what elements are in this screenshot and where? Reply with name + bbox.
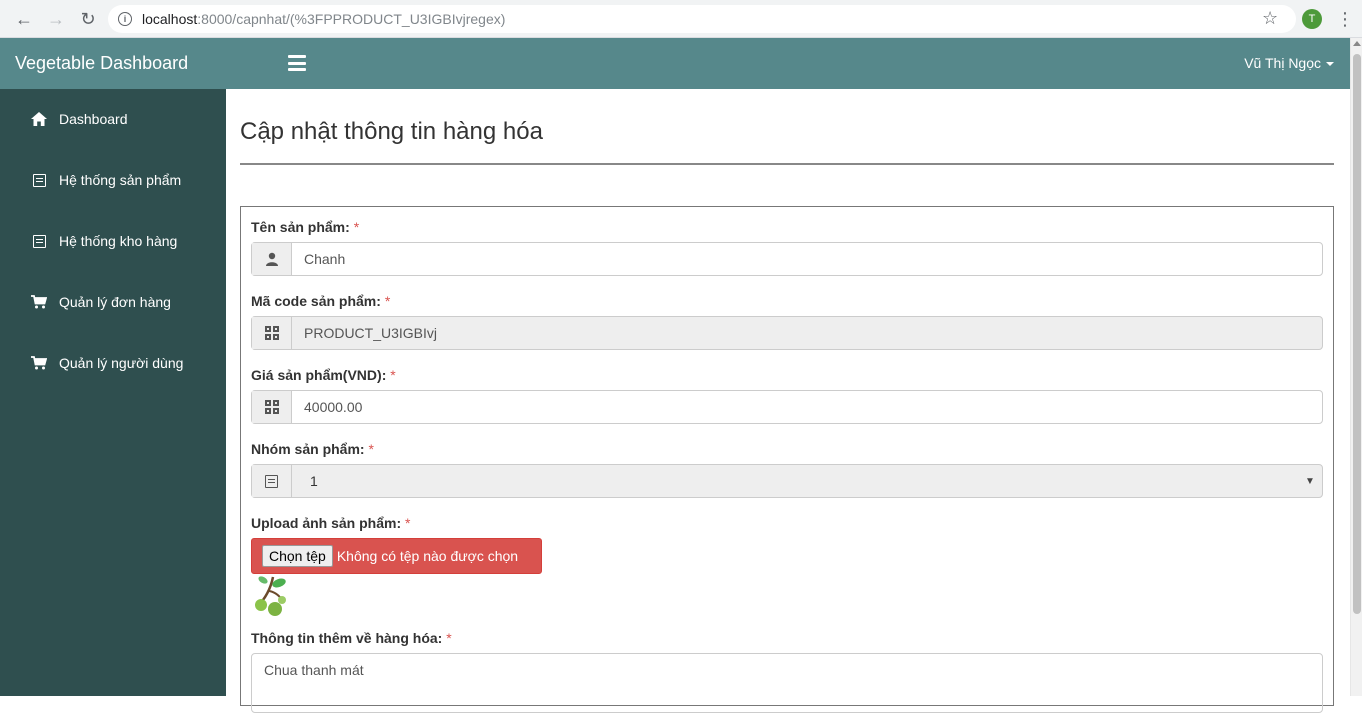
group-label: Nhóm sản phẩm: * [251, 441, 374, 457]
hamburger-menu-icon[interactable] [288, 55, 306, 71]
code-field[interactable]: PRODUCT_U3IGBIvj [251, 316, 1323, 350]
required-mark: * [405, 515, 411, 531]
product-image-thumbnail [251, 573, 291, 617]
browser-menu-icon[interactable]: ⋮ [1336, 6, 1354, 32]
price-field[interactable]: 40000.00 [251, 390, 1323, 424]
name-label: Tên sản phẩm: * [251, 219, 360, 235]
main-content: Cập nhật thông tin hàng hóa Tên sản phẩm… [226, 89, 1350, 713]
forward-icon[interactable]: → [42, 5, 70, 33]
price-input[interactable]: 40000.00 [292, 391, 1322, 423]
file-upload[interactable]: Chọn tệp Không có tệp nào được chọn [251, 538, 542, 574]
info-icon[interactable]: i [118, 12, 132, 26]
name-input[interactable]: Chanh [292, 243, 1322, 275]
back-icon[interactable]: ← [10, 5, 38, 33]
required-mark: * [446, 630, 452, 646]
required-mark: * [353, 219, 360, 235]
sidebar-item-label: Quản lý đơn hàng [59, 294, 171, 310]
brand-title[interactable]: Vegetable Dashboard [15, 53, 188, 74]
info-label: Thông tin thêm về hàng hóa: * [251, 630, 452, 646]
top-navbar: Vegetable Dashboard Vũ Thị Ngọc [0, 38, 1350, 89]
cart-icon [31, 355, 47, 371]
qrcode-icon [252, 391, 292, 423]
cart-icon [31, 294, 47, 310]
required-mark: * [384, 293, 391, 309]
sidebar-item-users[interactable]: Quản lý người dùng [0, 343, 226, 383]
code-input[interactable]: PRODUCT_U3IGBIvj [292, 317, 1322, 349]
sidebar-item-dashboard[interactable]: Dashboard [0, 99, 226, 139]
qrcode-icon [252, 317, 292, 349]
page-scrollbar[interactable] [1350, 38, 1362, 696]
url-path: :8000/capnhat/(%3FPPRODUCT_U3IGBIvjregex… [197, 11, 506, 27]
user-name: Vũ Thị Ngọc [1244, 55, 1321, 71]
name-field[interactable]: Chanh [251, 242, 1323, 276]
scroll-up-arrow-icon[interactable] [1353, 41, 1361, 46]
caret-down-icon [1326, 62, 1334, 67]
sidebar-item-orders[interactable]: Quản lý đơn hàng [0, 282, 226, 322]
info-textarea[interactable]: Chua thanh mát [251, 653, 1323, 713]
sidebar-item-warehouse[interactable]: Hệ thống kho hàng [0, 221, 226, 261]
sidebar-item-label: Quản lý người dùng [59, 355, 184, 371]
code-label: Mã code sản phẩm: * [251, 293, 391, 309]
sidebar: Dashboard Hệ thống sản phẩm Hệ thống kho… [0, 89, 226, 696]
url-host: localhost [142, 11, 198, 27]
product-form: Tên sản phẩm: * Chanh Mã code sản phẩm: … [240, 206, 1334, 713]
browser-toolbar: ← → ↻ i localhost:8000/capnhat/(%3FPPROD… [0, 0, 1362, 38]
list-icon [31, 233, 47, 249]
file-status: Không có tệp nào được chọn [336, 548, 519, 564]
price-label: Giá sản phẩm(VND): * [251, 367, 396, 383]
sidebar-item-label: Hệ thống sản phẩm [59, 172, 182, 188]
profile-avatar[interactable]: T [1302, 9, 1322, 29]
user-icon [252, 243, 292, 275]
choose-file-button[interactable]: Chọn tệp [262, 545, 333, 567]
group-select[interactable]: 1 ▼ [251, 464, 1323, 498]
home-icon [31, 111, 47, 127]
required-mark: * [368, 441, 374, 457]
address-bar[interactable]: i localhost:8000/capnhat/(%3FPPRODUCT_U3… [108, 5, 1296, 33]
reload-icon[interactable]: ↻ [74, 5, 102, 33]
title-divider [240, 163, 1334, 165]
upload-label: Upload ảnh sản phẩm: * [251, 515, 411, 531]
group-select-value[interactable]: 1 [292, 465, 1298, 497]
select-caret-icon[interactable]: ▼ [1298, 465, 1322, 497]
page-title: Cập nhật thông tin hàng hóa [240, 118, 543, 145]
list-icon [252, 465, 292, 497]
sidebar-item-label: Dashboard [59, 111, 128, 127]
user-menu[interactable]: Vũ Thị Ngọc [1244, 55, 1334, 71]
bookmark-star-icon[interactable]: ☆ [1262, 8, 1278, 29]
sidebar-item-label: Hệ thống kho hàng [59, 233, 178, 249]
required-mark: * [390, 367, 396, 383]
scroll-thumb[interactable] [1353, 54, 1361, 614]
sidebar-item-products[interactable]: Hệ thống sản phẩm [0, 160, 226, 200]
list-icon [31, 172, 47, 188]
